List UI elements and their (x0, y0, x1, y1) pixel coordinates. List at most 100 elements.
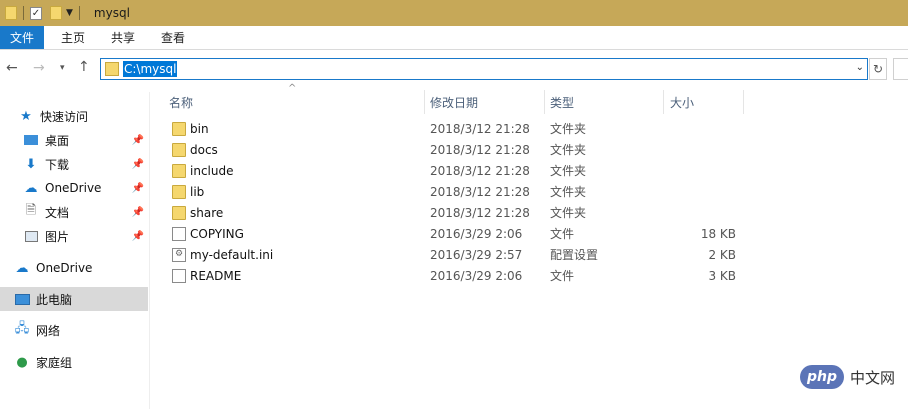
sidebar-item-pictures[interactable]: 图片 📌 (0, 224, 148, 248)
document-icon: 🗎 (25, 203, 37, 218)
customize-toolbar-icon[interactable]: ▼ (66, 8, 73, 18)
sidebar-item-downloads[interactable]: ⬇ 下载 📌 (0, 152, 148, 176)
file-size: 2 KB (708, 248, 736, 262)
folder-icon (172, 143, 186, 157)
sidebar-item-desktop[interactable]: 桌面 📌 (0, 128, 148, 152)
sidebar-item-label: 此电脑 (36, 292, 73, 307)
file-type: 文件夹 (550, 164, 587, 178)
file-type: 文件 (550, 269, 575, 283)
column-header-name[interactable]: 名称 (169, 90, 193, 114)
picture-icon (23, 228, 39, 244)
forward-icon[interactable]: → (33, 60, 45, 76)
file-name: bin (190, 122, 209, 136)
php-logo: php (800, 365, 844, 389)
toolbar-separator (23, 6, 24, 20)
file-type: 文件夹 (550, 143, 587, 157)
folder-icon (172, 122, 186, 136)
back-icon[interactable]: ← (6, 60, 18, 76)
column-divider[interactable] (743, 90, 744, 114)
sidebar-item-network[interactable]: 🖧 网络 (0, 318, 148, 342)
column-divider[interactable] (663, 90, 664, 114)
column-header-size[interactable]: 大小 (670, 90, 694, 114)
new-folder-icon[interactable] (50, 5, 62, 21)
address-bar[interactable]: C:\mysql ⌄ (100, 58, 868, 80)
sidebar-item-quick-access[interactable]: ★ 快速访问 (0, 104, 148, 128)
file-icon (172, 227, 186, 241)
sidebar-item-label: 家庭组 (36, 355, 73, 370)
file-row[interactable]: share 2018/3/12 21:28 文件夹 (163, 203, 743, 224)
star-icon: ★ (20, 108, 32, 124)
file-size (668, 203, 736, 224)
file-row[interactable]: bin 2018/3/12 21:28 文件夹 (163, 119, 743, 140)
up-icon[interactable]: ↑ (78, 59, 90, 75)
sidebar-item-label: 快速访问 (40, 109, 89, 124)
sidebar-item-label: 桌面 (45, 133, 70, 148)
pin-icon[interactable]: 📌 (132, 183, 144, 194)
file-name: COPYING (190, 227, 244, 241)
tab-share[interactable]: 共享 (98, 26, 148, 49)
sidebar-item-this-pc[interactable]: 此电脑 (0, 287, 148, 311)
file-date: 2016/3/29 2:06 (430, 269, 523, 283)
sort-ascending-icon: ^ (288, 83, 297, 94)
sidebar-item-homegroup[interactable]: ● 家庭组 (0, 350, 148, 374)
column-header-date[interactable]: 修改日期 (430, 90, 478, 114)
file-size (668, 161, 736, 182)
file-date: 2018/3/12 21:28 (430, 122, 530, 136)
search-input[interactable] (893, 58, 908, 80)
file-size: 3 KB (708, 269, 736, 283)
download-icon: ⬇ (25, 156, 37, 172)
sidebar-item-label: 文档 (45, 205, 70, 220)
file-row[interactable]: my-default.ini 2016/3/29 2:57 配置设置 2 KB (163, 245, 743, 266)
file-name: docs (190, 143, 218, 157)
file-date: 2016/3/29 2:57 (430, 248, 523, 262)
file-row[interactable]: include 2018/3/12 21:28 文件夹 (163, 161, 743, 182)
sidebar-item-documents[interactable]: 🗎 文档 📌 (0, 200, 148, 224)
window-title: mysql (93, 6, 130, 20)
tab-home[interactable]: 主页 (44, 26, 98, 49)
settings-file-icon (172, 248, 186, 262)
file-size: 18 KB (700, 227, 736, 241)
watermark: php 中文网 (800, 365, 895, 389)
homegroup-icon: ● (16, 354, 28, 370)
column-divider[interactable] (424, 90, 425, 114)
file-type: 文件夹 (550, 206, 587, 220)
title-bar: ✓ ▼ mysql (0, 0, 908, 26)
file-date: 2018/3/12 21:28 (430, 206, 530, 220)
file-row[interactable]: README 2016/3/29 2:06 文件 3 KB (163, 266, 743, 287)
network-icon: 🖧 (14, 321, 30, 336)
file-name: lib (190, 185, 205, 199)
cloud-icon: ☁ (15, 260, 29, 276)
file-type: 文件夹 (550, 122, 587, 136)
sidebar-item-onedrive-pinned[interactable]: ☁ OneDrive 📌 (0, 176, 148, 200)
refresh-button[interactable]: ↻ (869, 58, 887, 80)
sidebar-item-label: 图片 (45, 229, 70, 244)
sidebar-item-label: 下载 (45, 157, 70, 172)
file-date: 2018/3/12 21:28 (430, 164, 530, 178)
pin-icon[interactable]: 📌 (132, 135, 144, 146)
address-path[interactable]: C:\mysql (123, 61, 178, 77)
properties-icon[interactable]: ✓ (30, 5, 42, 21)
column-header-type[interactable]: 类型 (550, 90, 574, 114)
folder-icon (172, 185, 186, 199)
folder-icon (172, 206, 186, 220)
file-row[interactable]: docs 2018/3/12 21:28 文件夹 (163, 140, 743, 161)
file-row[interactable]: COPYING 2016/3/29 2:06 文件 18 KB (163, 224, 743, 245)
file-name: my-default.ini (190, 248, 274, 262)
column-divider[interactable] (544, 90, 545, 114)
file-icon (172, 269, 186, 283)
pin-icon[interactable]: 📌 (132, 207, 144, 218)
computer-icon (14, 291, 30, 307)
recent-locations-icon[interactable]: ▾ (60, 63, 65, 73)
pin-icon[interactable]: 📌 (132, 159, 144, 170)
pin-icon[interactable]: 📌 (132, 231, 144, 242)
tab-file[interactable]: 文件 (0, 26, 44, 49)
file-row[interactable]: lib 2018/3/12 21:28 文件夹 (163, 182, 743, 203)
tab-view[interactable]: 查看 (148, 26, 198, 49)
chevron-down-icon[interactable]: ⌄ (856, 62, 864, 73)
sidebar-item-onedrive[interactable]: ☁ OneDrive (0, 256, 148, 280)
file-name: include (190, 164, 234, 178)
cloud-icon: ☁ (24, 180, 38, 196)
folder-icon (172, 164, 186, 178)
ribbon-tabs: 文件 主页 共享 查看 (0, 26, 908, 50)
watermark-text: 中文网 (850, 368, 896, 387)
